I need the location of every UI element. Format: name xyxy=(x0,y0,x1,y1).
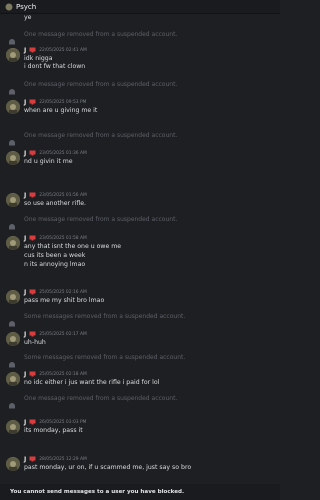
message-line: nd u givin it me xyxy=(24,158,73,165)
removed-notice: Some messages removed from a suspended a… xyxy=(0,312,280,327)
username[interactable]: J xyxy=(24,371,26,378)
message-list[interactable]: ye One message removed from a suspended … xyxy=(0,14,280,484)
timestamp: 22/05/2025 09:53 PM xyxy=(39,99,87,105)
removed-text: One message removed from a suspended acc… xyxy=(24,395,178,402)
timestamp: 22/05/2025 02:41 AM xyxy=(39,47,87,53)
timestamp: 25/05/2025 02:17 AM xyxy=(39,331,87,337)
monitor-badge-icon xyxy=(29,456,36,462)
message-line: so use another rifle. xyxy=(24,200,86,207)
removed-text: One message removed from a suspended acc… xyxy=(24,216,178,223)
ghost-icon xyxy=(8,354,16,368)
message-line: cus its been a week xyxy=(24,252,86,259)
message-line: uh-huh xyxy=(24,339,46,346)
avatar[interactable] xyxy=(6,372,20,386)
channel-title: Psych xyxy=(16,2,37,11)
avatar[interactable] xyxy=(6,151,20,165)
ghost-icon xyxy=(8,313,16,327)
ghost-icon xyxy=(8,395,16,409)
message-line: idk nigga xyxy=(24,55,53,62)
username[interactable]: J xyxy=(24,331,26,338)
timestamp: 26/05/2025 03:03 PM xyxy=(39,419,87,425)
username[interactable]: J xyxy=(24,99,26,106)
username[interactable]: J xyxy=(24,192,26,199)
timestamp: 23/05/2025 01:56 AM xyxy=(39,192,87,198)
monitor-badge-icon xyxy=(29,371,36,377)
removed-notice: One message removed from a suspended acc… xyxy=(0,394,280,409)
monitor-badge-icon xyxy=(29,331,36,337)
timestamp: 25/05/2025 02:18 AM xyxy=(39,371,87,377)
avatar[interactable] xyxy=(6,290,20,304)
message-line: when are u giving me it xyxy=(24,107,98,114)
removed-text: Some messages removed from a suspended a… xyxy=(24,313,186,320)
monitor-badge-icon xyxy=(29,47,36,53)
removed-notice: One message removed from a suspended acc… xyxy=(0,30,280,45)
user-avatar-icon[interactable] xyxy=(4,2,13,11)
blocked-notice-bar: You cannot send messages to a user you h… xyxy=(0,484,280,500)
monitor-badge-icon xyxy=(29,150,36,156)
username[interactable]: J xyxy=(24,289,26,296)
monitor-badge-icon xyxy=(29,99,36,105)
removed-text: Some messages removed from a suspended a… xyxy=(24,354,186,361)
avatar[interactable] xyxy=(6,236,20,250)
removed-notice: Some messages removed from a suspended a… xyxy=(0,353,280,368)
removed-text: One message removed from a suspended acc… xyxy=(24,132,178,139)
monitor-badge-icon xyxy=(29,235,36,241)
message-line: pass me my shit bro lmao xyxy=(24,297,105,304)
chat-header: Psych xyxy=(0,0,280,14)
monitor-badge-icon xyxy=(29,419,36,425)
avatar[interactable] xyxy=(6,420,20,434)
message-line: its monday, pass it xyxy=(24,427,83,434)
timestamp: 23/05/2025 01:58 AM xyxy=(39,235,87,241)
ghost-icon xyxy=(8,81,16,95)
username[interactable]: J xyxy=(24,47,26,54)
message-line: ye xyxy=(24,14,32,21)
ghost-icon xyxy=(8,216,16,230)
removed-notice: One message removed from a suspended acc… xyxy=(0,80,280,95)
ghost-icon xyxy=(8,132,16,146)
message-line: any that isnt the one u owe me xyxy=(24,243,122,250)
timestamp: 28/05/2025 12:29 AM xyxy=(39,456,87,462)
removed-notice: One message removed from a suspended acc… xyxy=(0,215,280,230)
username[interactable]: J xyxy=(24,150,26,157)
username[interactable]: J xyxy=(24,419,26,426)
avatar[interactable] xyxy=(6,332,20,346)
username[interactable]: J xyxy=(24,456,26,463)
timestamp: 23/05/2025 01:36 AM xyxy=(39,150,87,156)
avatar[interactable] xyxy=(6,457,20,471)
removed-text: One message removed from a suspended acc… xyxy=(24,31,178,38)
message-line: n its annoying lmao xyxy=(24,261,86,268)
message-line: no idc either i jus want the rifle i pai… xyxy=(24,379,160,386)
removed-text: One message removed from a suspended acc… xyxy=(24,81,178,88)
avatar[interactable] xyxy=(6,100,20,114)
avatar[interactable] xyxy=(6,48,20,62)
timestamp: 25/05/2025 02:16 AM xyxy=(39,289,87,295)
ghost-icon xyxy=(8,31,16,45)
blocked-text: You cannot send messages to a user you h… xyxy=(10,489,185,495)
message-line: i dont fw that clown xyxy=(24,63,86,70)
message-line: past monday, ur on, if u scammed me, jus… xyxy=(24,464,192,471)
username[interactable]: J xyxy=(24,235,26,242)
avatar[interactable] xyxy=(6,193,20,207)
monitor-badge-icon xyxy=(29,192,36,198)
monitor-badge-icon xyxy=(29,289,36,295)
removed-notice: One message removed from a suspended acc… xyxy=(0,131,280,146)
